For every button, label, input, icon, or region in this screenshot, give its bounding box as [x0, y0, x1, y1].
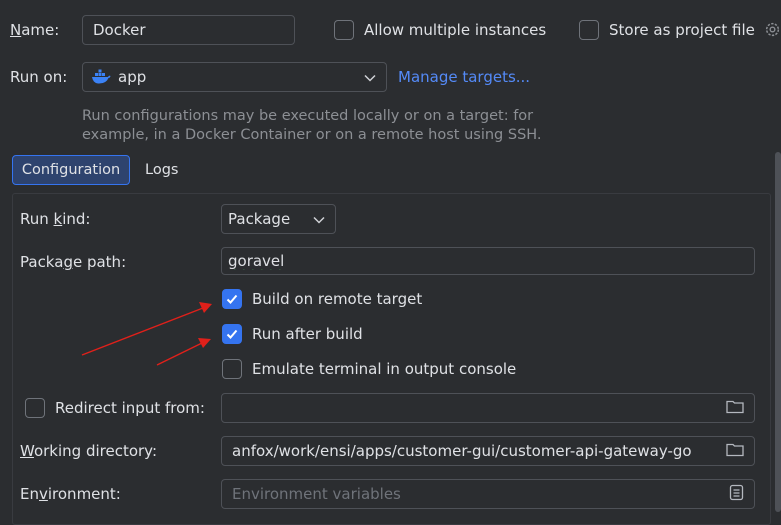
annotation-arrows — [81, 302, 212, 366]
red-arrow-2 — [156, 338, 211, 366]
